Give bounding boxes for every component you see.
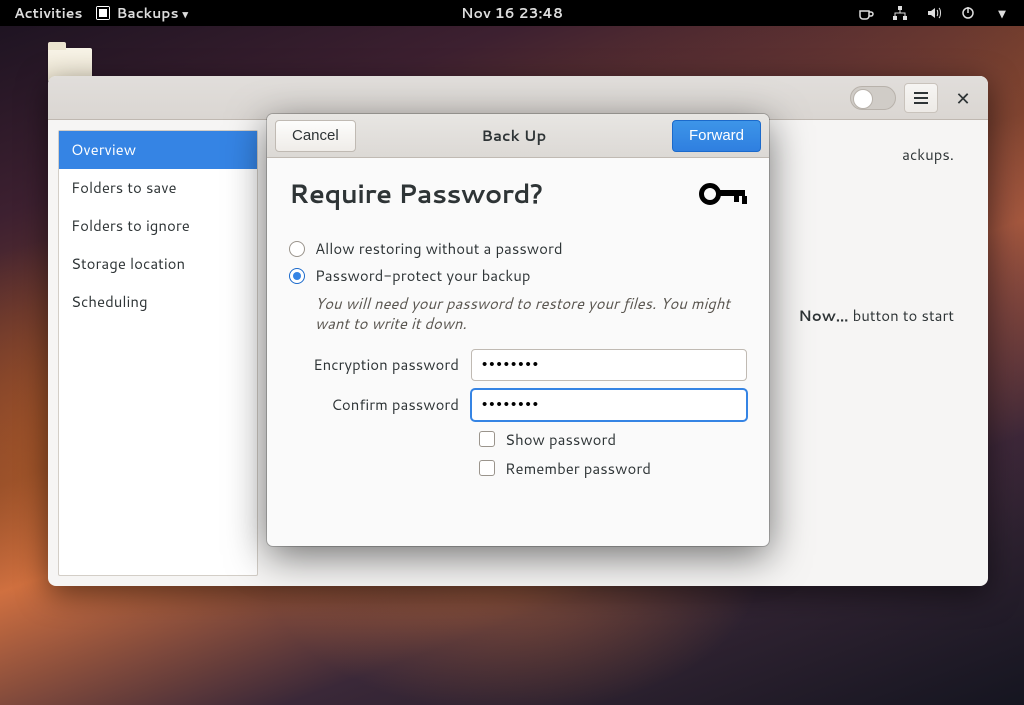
confirm-password-input[interactable] [471,389,747,421]
radio-protect-label: Password-protect your backup [315,265,531,286]
sidebar-item-folders-ignore[interactable]: Folders to ignore [59,207,257,245]
caffeine-icon[interactable] [858,5,874,21]
backup-now-ref: Now… [798,305,848,326]
hamburger-menu-button[interactable] [904,83,938,113]
confirm-password-label: Confirm password [289,394,459,415]
dialog-title: Back Up [356,125,672,146]
password-hint: You will need your password to restore y… [315,294,747,335]
checkbox-icon [479,431,495,447]
activities-button[interactable]: Activities [14,3,82,23]
radio-allow-no-password[interactable]: Allow restoring without a password [289,238,747,259]
require-password-dialog: Cancel Back Up Forward Require Password?… [267,114,769,546]
encryption-password-label: Encryption password [289,354,459,375]
system-tray: ▾ [858,5,1024,21]
key-icon [699,180,747,208]
forward-button[interactable]: Forward [672,120,761,152]
show-password-label: Show password [505,429,616,450]
volume-icon[interactable] [926,5,942,21]
app-indicator-icon [96,6,110,20]
encryption-password-input[interactable] [471,349,747,381]
radio-icon [289,268,305,284]
window-close-button[interactable]: ✕ [946,83,980,113]
auto-backup-toggle[interactable] [850,86,896,110]
show-password-checkbox[interactable]: Show password [479,429,747,450]
gnome-top-bar: Activities Backups Nov 16 23:48 ▾ [0,0,1024,26]
radio-icon [289,241,305,257]
sidebar-item-folders-save[interactable]: Folders to save [59,169,257,207]
power-icon[interactable] [960,5,976,21]
radio-password-protect[interactable]: Password-protect your backup [289,265,747,286]
sidebar-item-overview[interactable]: Overview [59,131,257,169]
settings-sidebar: Overview Folders to save Folders to igno… [58,130,258,576]
app-menu[interactable]: Backups [96,3,188,23]
app-menu-label: Backups [116,3,188,23]
content-tail: button to start [849,305,954,326]
hamburger-icon [914,92,928,104]
sidebar-item-storage[interactable]: Storage location [59,245,257,283]
cancel-button[interactable]: Cancel [275,120,356,152]
radio-allow-label: Allow restoring without a password [315,238,563,259]
remember-password-checkbox[interactable]: Remember password [479,458,747,479]
dialog-header: Cancel Back Up Forward [267,114,769,158]
clock[interactable]: Nov 16 23:48 [461,3,563,23]
network-icon[interactable] [892,5,908,21]
remember-password-label: Remember password [505,458,651,479]
dialog-heading: Require Password? [289,176,543,212]
chevron-down-icon[interactable]: ▾ [994,5,1010,21]
sidebar-item-scheduling[interactable]: Scheduling [59,283,257,321]
checkbox-icon [479,460,495,476]
